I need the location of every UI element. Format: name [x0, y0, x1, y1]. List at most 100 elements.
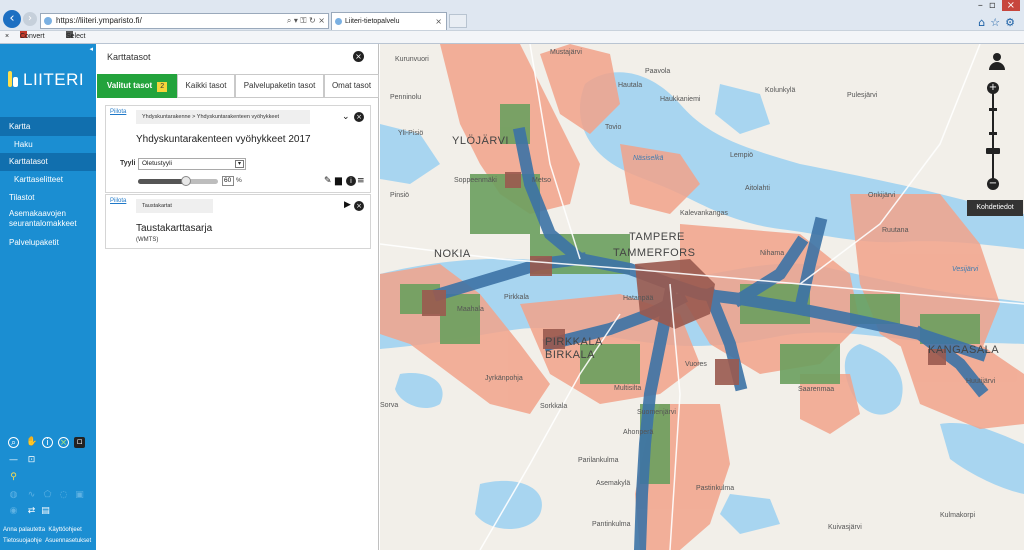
sidebar-item-label: Kartta: [9, 122, 31, 131]
draw-polygon-icon: ⬠: [43, 490, 52, 500]
cancel-tool-icon[interactable]: ×: [58, 437, 69, 448]
hide-layer-link[interactable]: Piilota: [110, 109, 126, 115]
favorites-icon[interactable]: ☆: [990, 16, 1005, 29]
zoom-in-button[interactable]: +: [987, 82, 999, 94]
cmdbar-close-icon[interactable]: ×: [5, 31, 9, 43]
tab-package-layers[interactable]: Palvelupaketin tasot: [235, 74, 324, 98]
info-icon[interactable]: i: [42, 437, 53, 448]
user-account-icon[interactable]: [988, 53, 1006, 71]
convert-menu[interactable]: Convert ▾: [20, 31, 45, 43]
map-label: Paavola: [645, 68, 671, 75]
layer-info-icon[interactable]: i: [346, 176, 356, 186]
tab-favicon-icon: [335, 18, 342, 25]
map-label: Pantinkulma: [592, 521, 631, 528]
sidebar-item-asemakaavojen[interactable]: Asemakaavojen seurantalomakkeet: [0, 208, 96, 230]
close-window-icon[interactable]: ×: [1001, 0, 1020, 11]
select-arrow-icon: ▾: [235, 160, 244, 168]
sidebar-item-palvelupaketit[interactable]: Palvelupaketit: [0, 234, 96, 252]
tab-selected-layers[interactable]: Valitut tasot 2: [97, 74, 177, 98]
zoom-tick: [989, 108, 997, 111]
sidebar-item-tilastot[interactable]: Tilastot: [0, 189, 96, 207]
share-link-icon[interactable]: ⇄: [26, 506, 37, 517]
tab-label: Valitut tasot: [106, 81, 153, 90]
guide-link[interactable]: Käyttöohjeet: [48, 527, 81, 533]
zoom-control[interactable]: + −: [986, 82, 1000, 190]
sidebar-item-label: Karttaselitteet: [14, 175, 63, 184]
browser-tools[interactable]: ⌂☆⚙: [978, 16, 1020, 29]
minimize-icon[interactable]: –: [978, 0, 989, 11]
style-select[interactable]: Oletustyyli ▾: [138, 158, 246, 170]
map-label: Aitolahti: [745, 185, 770, 192]
home-icon[interactable]: ⌂: [978, 16, 990, 29]
forward-button[interactable]: ›: [23, 12, 37, 26]
map-label: Pirkkala: [504, 294, 529, 301]
sidebar-item-kartta[interactable]: Kartta: [0, 117, 96, 136]
address-actions-icon[interactable]: ⌕ ▾ ⚿ ↻ ×: [287, 14, 325, 28]
tab-own-layers[interactable]: Omat tasot: [324, 74, 379, 98]
measure-area-icon[interactable]: ⊡: [26, 455, 37, 466]
sidebar-item-haku[interactable]: Haku: [0, 136, 96, 153]
zoom-slider-handle[interactable]: [986, 148, 1000, 154]
measure-line-icon[interactable]: —: [8, 455, 19, 466]
sidebar: ◂ LIITERI Kartta Haku Karttatasot Kartta…: [0, 44, 96, 550]
document-icon[interactable]: ▆: [335, 176, 342, 186]
map-label-water: Vesijärvi: [952, 266, 979, 273]
sidebar-item-label: Tilastot: [9, 193, 35, 202]
map-label-city: NOKIA: [434, 248, 471, 260]
opacity-slider-handle[interactable]: [181, 176, 191, 186]
map-label: Hautala: [618, 82, 643, 89]
tab-all-layers[interactable]: Kaikki tasot: [177, 74, 235, 98]
map-view[interactable]: Kurunvuori Mustajärvi Paavola Hautala Ha…: [380, 44, 1024, 550]
opacity-slider-fill: [138, 179, 186, 184]
tab-close-icon[interactable]: ×: [435, 13, 442, 30]
map-label-city: KANGASALA: [928, 344, 1000, 356]
marker-icon[interactable]: ⚲: [8, 472, 19, 483]
map-label: Ahonperä: [623, 429, 654, 436]
edit-style-icon[interactable]: ✎: [324, 176, 332, 186]
map-label: Pinsiö: [390, 192, 410, 199]
tab-label: Omat tasot: [331, 81, 372, 90]
select-area-icon[interactable]: ▫: [74, 437, 85, 448]
opacity-slider[interactable]: [138, 176, 218, 186]
sidebar-item-label: Palvelupaketit: [9, 238, 59, 247]
map-canvas[interactable]: [380, 44, 1024, 550]
new-tab-button[interactable]: [449, 14, 467, 28]
layer-menu-icon[interactable]: ≡: [357, 176, 365, 186]
remove-layer-icon[interactable]: ×: [354, 112, 364, 122]
hide-layer-link[interactable]: Piilota: [110, 198, 126, 204]
map-label: Mustajärvi: [550, 49, 582, 56]
expand-play-icon[interactable]: ▶: [344, 200, 351, 210]
map-label-city: TAMPERE: [629, 231, 685, 243]
panel-title: Karttatasot: [107, 52, 151, 62]
zoom-select-icon[interactable]: ⌕: [8, 437, 19, 448]
pan-hand-icon[interactable]: ✋: [26, 437, 37, 448]
map-label: Kalevankangas: [680, 210, 728, 217]
print-icon[interactable]: ▤: [40, 506, 51, 517]
settings-link[interactable]: Asuennasetukset: [45, 538, 91, 544]
map-label: Suomenjärvi: [637, 409, 676, 416]
collapse-sidebar-icon[interactable]: ◂: [89, 45, 93, 53]
sidebar-item-label: Asemakaavojen seurantalomakkeet: [9, 209, 77, 228]
panel-close-icon[interactable]: ×: [353, 51, 364, 62]
opacity-input[interactable]: 60: [222, 176, 234, 186]
settings-gear-icon[interactable]: ⚙: [1005, 16, 1020, 29]
sidebar-footer: Anna palautetta Käyttöohjeet Tietosuojao…: [0, 525, 96, 547]
map-label: Penninolu: [390, 94, 422, 101]
map-label-city: BIRKALA: [545, 349, 595, 361]
back-button[interactable]: ‹: [3, 10, 21, 28]
remove-layer-icon[interactable]: ×: [354, 201, 364, 211]
map-label: Soppeenmäki: [454, 177, 497, 184]
maximize-icon[interactable]: ▫: [989, 0, 1002, 11]
feedback-link[interactable]: Anna palautetta: [3, 527, 45, 533]
collapse-chevron-icon[interactable]: ⌄: [342, 112, 350, 122]
privacy-link[interactable]: Tietosuojaohje: [3, 538, 42, 544]
address-bar[interactable]: https://liiteri.ymparisto.fi/ ⌕ ▾ ⚿ ↻ ×: [40, 13, 329, 29]
browser-tab[interactable]: Liiteri-tietopalvelu ×: [331, 12, 447, 30]
sidebar-item-karttaselitteet[interactable]: Karttaselitteet: [0, 171, 96, 189]
sidebar-item-karttatasot[interactable]: Karttatasot: [0, 153, 96, 171]
globe-icon: ◉: [9, 506, 18, 516]
zoom-out-button[interactable]: −: [987, 178, 999, 190]
liiteri-logo[interactable]: LIITERI: [6, 70, 84, 90]
window-controls[interactable]: –▫ ×: [978, 0, 1020, 11]
map-label: Kuivasjärvi: [828, 524, 862, 531]
